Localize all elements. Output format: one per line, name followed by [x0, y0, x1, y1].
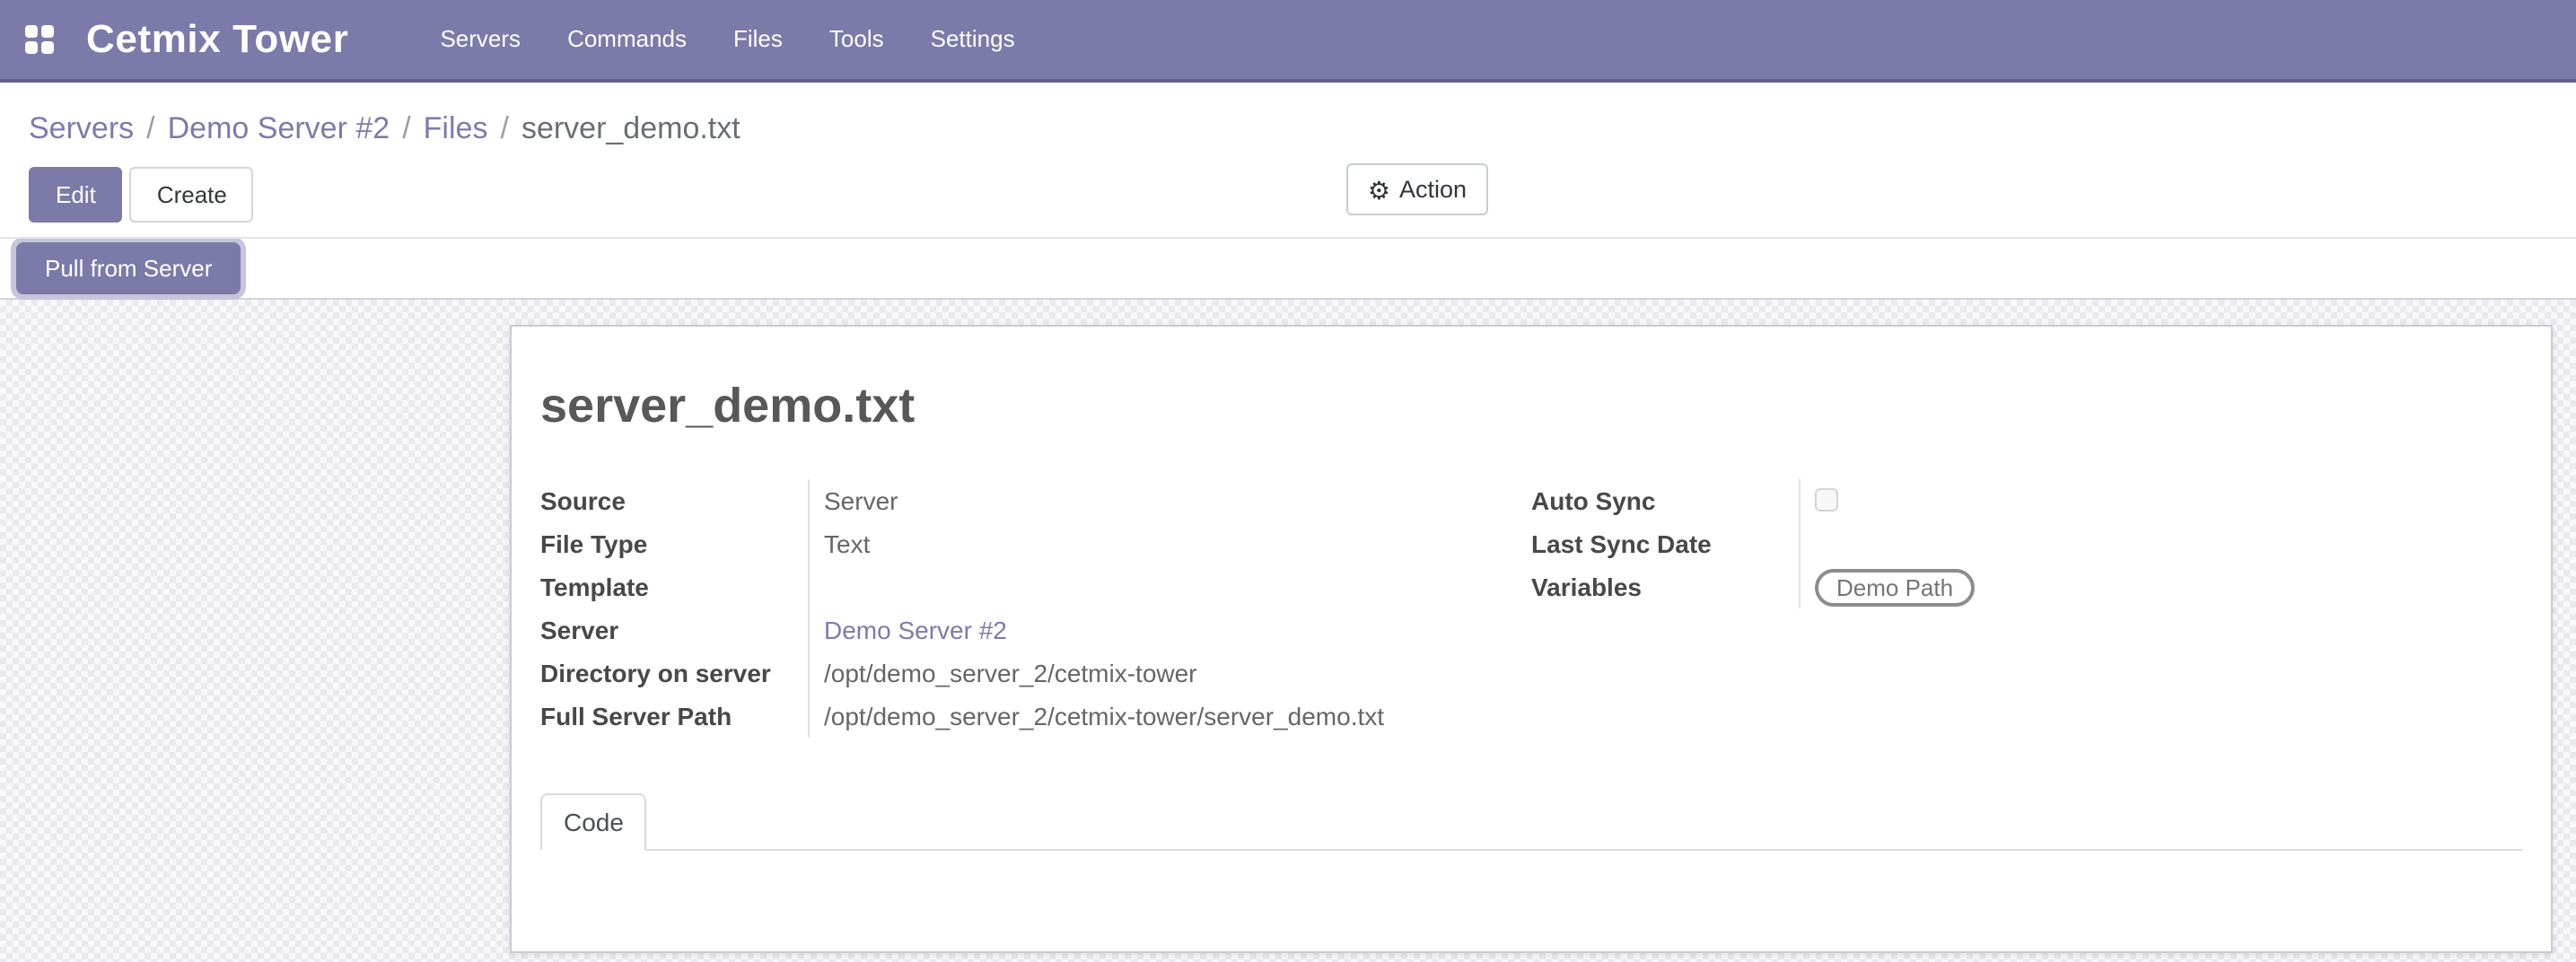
form-view-background: server_demo.txt Source Server File Type … — [0, 300, 2576, 962]
field-value-server-link[interactable]: Demo Server #2 — [810, 608, 1531, 652]
field-row-server: Server Demo Server #2 — [540, 608, 1531, 652]
field-row-directory: Directory on server /opt/demo_server_2/c… — [540, 652, 1531, 695]
field-label: Variables — [1531, 565, 1801, 608]
gear-icon: ⚙ — [1368, 177, 1390, 202]
field-value-file-type: Text — [810, 522, 1531, 565]
breadcrumb: Servers/Demo Server #2/Files/server_demo… — [29, 106, 2576, 153]
field-row-last-sync-date: Last Sync Date — [1531, 522, 2522, 565]
menu-commands[interactable]: Commands — [544, 0, 710, 79]
field-label: File Type — [540, 522, 810, 565]
create-button[interactable]: Create — [130, 167, 254, 223]
field-value-auto-sync — [1801, 479, 2522, 522]
apps-grid-icon[interactable] — [25, 25, 54, 54]
record-title: server_demo.txt — [540, 375, 2522, 436]
field-label: Directory on server — [540, 652, 810, 695]
pull-from-server-button[interactable]: Pull from Server — [16, 242, 241, 294]
action-menu-button[interactable]: ⚙ Action — [1346, 163, 1488, 215]
menu-settings[interactable]: Settings — [907, 0, 1038, 79]
top-navbar: Cetmix Tower Servers Commands Files Tool… — [0, 0, 2576, 83]
field-label: Server — [540, 608, 810, 652]
breadcrumb-current-file: server_demo.txt — [521, 111, 740, 145]
breadcrumb-files[interactable]: Files — [424, 111, 488, 145]
form-statusbar: Pull from Server — [0, 239, 2576, 300]
variable-tag: Demo Path — [1815, 569, 1975, 607]
edit-button[interactable]: Edit — [29, 167, 123, 223]
left-field-group: Source Server File Type Text Template Se… — [540, 479, 1531, 738]
auto-sync-checkbox — [1815, 488, 1838, 512]
right-field-group: Auto Sync Last Sync Date Variables Demo … — [1531, 479, 2522, 738]
breadcrumb-servers[interactable]: Servers — [29, 111, 134, 145]
menu-tools[interactable]: Tools — [806, 0, 907, 79]
app-window: Cetmix Tower Servers Commands Files Tool… — [0, 0, 2576, 962]
breadcrumb-separator: / — [390, 111, 423, 145]
field-value-full-path: /opt/demo_server_2/cetmix-tower/server_d… — [810, 695, 1531, 738]
notebook-tabs: Code — [540, 793, 2522, 851]
brand-title[interactable]: Cetmix Tower — [86, 16, 348, 63]
form-buttons: Edit Create — [29, 167, 2576, 223]
field-label: Last Sync Date — [1531, 522, 1801, 565]
field-row-full-path: Full Server Path /opt/demo_server_2/cetm… — [540, 695, 1531, 738]
field-label: Template — [540, 565, 810, 608]
menu-files[interactable]: Files — [710, 0, 806, 79]
field-label: Source — [540, 479, 810, 522]
field-value-source: Server — [810, 479, 1531, 522]
breadcrumb-demo-server-2[interactable]: Demo Server #2 — [168, 111, 390, 145]
form-sheet: server_demo.txt Source Server File Type … — [510, 325, 2553, 953]
field-row-file-type: File Type Text — [540, 522, 1531, 565]
field-row-variables: Variables Demo Path — [1531, 565, 2522, 608]
menu-servers[interactable]: Servers — [416, 0, 544, 79]
field-groups: Source Server File Type Text Template Se… — [540, 479, 2522, 738]
field-row-template: Template — [540, 565, 1531, 608]
field-row-auto-sync: Auto Sync — [1531, 479, 2522, 522]
field-value-directory: /opt/demo_server_2/cetmix-tower — [810, 652, 1531, 695]
field-value-template — [810, 565, 1531, 608]
breadcrumb-separator: / — [134, 111, 167, 145]
field-value-variables: Demo Path — [1801, 565, 2522, 608]
field-label: Full Server Path — [540, 695, 810, 738]
field-value-last-sync-date — [1801, 522, 2522, 565]
main-menu: Servers Commands Files Tools Settings — [416, 0, 1038, 79]
field-row-source: Source Server — [540, 479, 1531, 522]
field-label: Auto Sync — [1531, 479, 1801, 522]
control-panel: Servers/Demo Server #2/Files/server_demo… — [0, 83, 2576, 239]
tab-code[interactable]: Code — [540, 793, 647, 851]
action-label: Action — [1399, 176, 1467, 203]
breadcrumb-separator: / — [487, 111, 521, 145]
